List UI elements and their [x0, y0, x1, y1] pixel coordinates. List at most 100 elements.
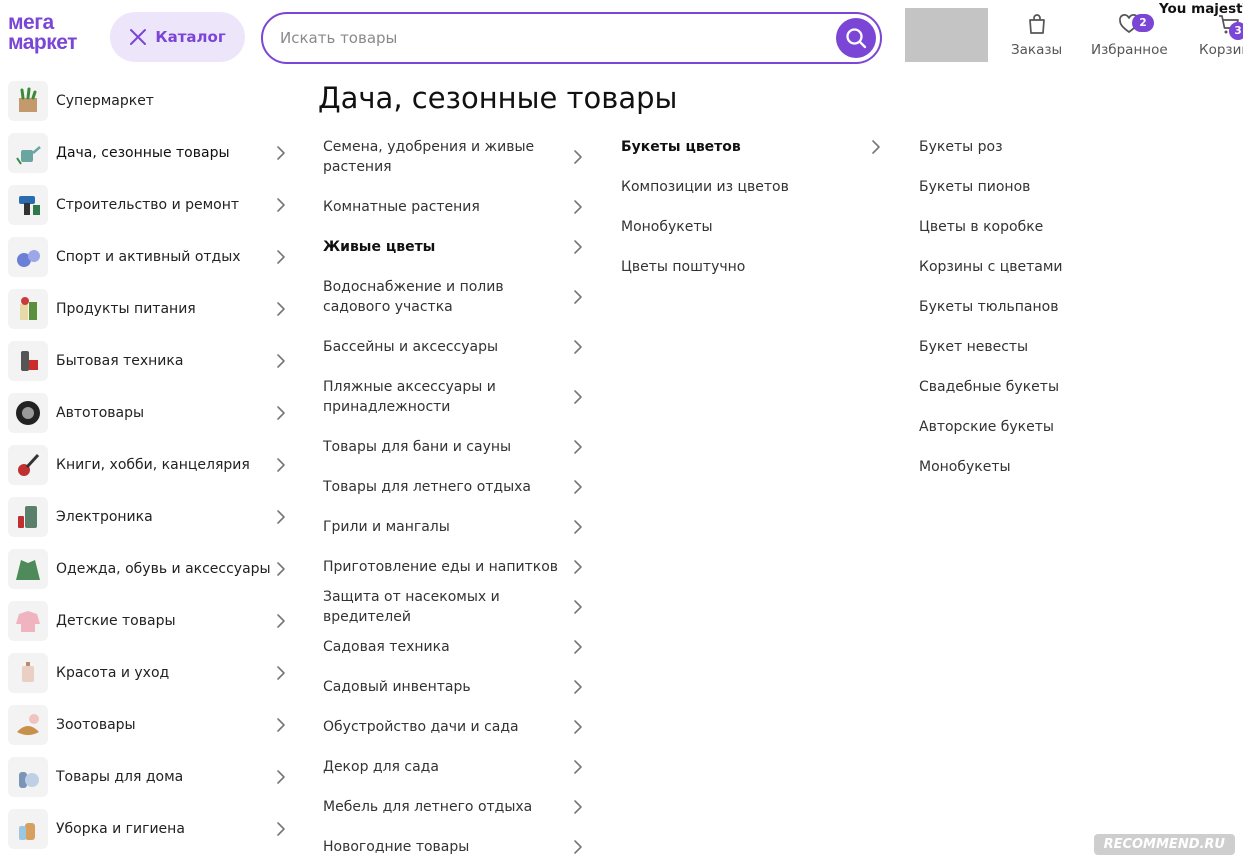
- chevron-right-icon: [277, 250, 285, 264]
- sidebar-item[interactable]: Спорт и активный отдых: [8, 231, 298, 283]
- subcategory-item-label: Садовая техника: [323, 639, 450, 655]
- sidebar-item-label: Электроника: [56, 509, 153, 525]
- kids-sweater-icon: [8, 601, 48, 641]
- subcategory-item[interactable]: Садовая техника: [323, 637, 582, 657]
- subcategory-item[interactable]: Новогодние товары: [323, 837, 582, 857]
- subcategory-item-label: Пляжные аксессуары и принадлежности: [323, 379, 496, 415]
- bouquet-item-label: Букеты пионов: [919, 179, 1031, 195]
- watering-can-icon: [8, 133, 48, 173]
- cart-label: Корзина: [1199, 42, 1243, 58]
- sidebar-item[interactable]: Книги, хобби, канцелярия: [8, 439, 298, 491]
- chevron-right-icon: [574, 560, 582, 574]
- chevron-right-icon: [574, 840, 582, 854]
- bouquet-item-label: Букеты тюльпанов: [919, 299, 1059, 315]
- megamarket-logo[interactable]: мега маркет: [8, 12, 100, 53]
- favorites-link[interactable]: Избранное 2: [1091, 12, 1168, 58]
- banner-placeholder: [905, 8, 988, 62]
- sidebar-item-label: Детские товары: [56, 613, 176, 629]
- bouquet-item[interactable]: Монобукеты: [919, 457, 1011, 477]
- bouquet-item-label: Монобукеты: [919, 459, 1011, 475]
- chevron-right-icon: [574, 800, 582, 814]
- search-bar: [261, 12, 882, 64]
- food-icon: [8, 289, 48, 329]
- close-icon: [130, 29, 147, 45]
- subcategory-item-label: Комнатные растения: [323, 199, 480, 215]
- page-title: Дача, сезонные товары: [318, 81, 678, 115]
- bouquet-item[interactable]: Свадебные букеты: [919, 377, 1059, 397]
- chevron-right-icon: [574, 680, 582, 694]
- sidebar-item[interactable]: Товары для дома: [8, 751, 298, 803]
- sidebar-item[interactable]: Зоотовары: [8, 699, 298, 751]
- sidebar-item[interactable]: Детские товары: [8, 595, 298, 647]
- subcategory-item-label: Мебель для летнего отдыха: [323, 799, 533, 815]
- chevron-right-icon: [277, 510, 285, 524]
- sidebar-item-label: Автотовары: [56, 405, 145, 421]
- subcategory-item[interactable]: Декор для сада: [323, 757, 582, 777]
- flowers-item[interactable]: Монобукеты: [621, 217, 713, 237]
- flowers-item-label: Цветы поштучно: [621, 259, 746, 275]
- sidebar-item[interactable]: Электроника: [8, 491, 298, 543]
- grocery-bag-icon: [8, 81, 48, 121]
- flowers-item[interactable]: Цветы поштучно: [621, 257, 745, 277]
- chevron-right-icon: [277, 822, 285, 836]
- sidebar-item[interactable]: Продукты питания: [8, 283, 298, 335]
- bouquet-item[interactable]: Цветы в коробке: [919, 217, 1043, 237]
- subcategory-item[interactable]: Грили и мангалы: [323, 517, 582, 537]
- subcategory-item[interactable]: Пляжные аксессуары и принадлежности: [323, 377, 582, 417]
- bouquet-item[interactable]: Букеты тюльпанов: [919, 297, 1058, 317]
- bouquet-item[interactable]: Авторские букеты: [919, 417, 1054, 437]
- chevron-right-icon: [277, 458, 285, 472]
- sidebar-item-label: Книги, хобби, канцелярия: [56, 457, 250, 473]
- bouquet-item[interactable]: Букеты роз: [919, 137, 1003, 157]
- subcategory-item[interactable]: Приготовление еды и напитков: [323, 557, 582, 577]
- subcategory-item-label: Садовый инвентарь: [323, 679, 471, 695]
- bouquet-item-label: Авторские букеты: [919, 419, 1054, 435]
- flowers-item[interactable]: Композиции из цветов: [621, 177, 789, 197]
- subcategory-item[interactable]: Мебель для летнего отдыха: [323, 797, 582, 817]
- subcategory-item[interactable]: Семена, удобрения и живые растения: [323, 137, 582, 177]
- sidebar-item[interactable]: Одежда, обувь и аксессуары: [8, 543, 298, 595]
- sidebar-item[interactable]: Автотовары: [8, 387, 298, 439]
- chevron-right-icon: [277, 146, 285, 160]
- subcategory-item[interactable]: Комнатные растения: [323, 197, 582, 217]
- chevron-right-icon: [574, 340, 582, 354]
- sidebar-item[interactable]: Супермаркет: [8, 75, 298, 127]
- bouquet-item[interactable]: Букет невесты: [919, 337, 1028, 357]
- sidebar-item-label: Уборка и гигиена: [56, 821, 185, 837]
- chevron-right-icon: [574, 760, 582, 774]
- subcategory-item[interactable]: Бассейны и аксессуары: [323, 337, 582, 357]
- bouquet-item[interactable]: Букеты пионов: [919, 177, 1030, 197]
- chevron-right-icon: [277, 614, 285, 628]
- subcategory-item-label: Приготовление еды и напитков: [323, 559, 559, 575]
- subcategory-item[interactable]: Товары для бани и сауны: [323, 437, 582, 457]
- subcategory-item[interactable]: Живые цветы: [323, 237, 582, 257]
- subcategory-item[interactable]: Водоснабжение и полив садового участка: [323, 277, 582, 317]
- sidebar-item[interactable]: Бытовая техника: [8, 335, 298, 387]
- sidebar-item[interactable]: Уборка и гигиена: [8, 803, 298, 855]
- user-name[interactable]: You majestY: [1159, 1, 1243, 17]
- bouquet-item-label: Цветы в коробке: [919, 219, 1044, 235]
- chevron-right-icon: [574, 440, 582, 454]
- favorites-count-badge: 2: [1132, 14, 1154, 32]
- chevron-right-icon: [277, 666, 285, 680]
- category-sidebar: Супермаркет Дача, сезонные товары Строител…: [8, 75, 298, 855]
- search-button[interactable]: [836, 18, 876, 58]
- subcategory-item[interactable]: Садовый инвентарь: [323, 677, 582, 697]
- search-input[interactable]: [280, 29, 820, 47]
- sidebar-item[interactable]: Дача, сезонные товары: [8, 127, 298, 179]
- orders-link[interactable]: Заказы: [1011, 12, 1062, 58]
- sidebar-item[interactable]: Строительство и ремонт: [8, 179, 298, 231]
- bouquet-item[interactable]: Корзины с цветами: [919, 257, 1063, 277]
- chevron-right-icon: [574, 600, 582, 614]
- chevron-right-icon: [574, 200, 582, 214]
- flowers-item[interactable]: Букеты цветов: [621, 137, 880, 157]
- cart-link[interactable]: Корзина 3: [1199, 12, 1243, 58]
- subcategory-item[interactable]: Товары для летнего отдыха: [323, 477, 582, 497]
- catalog-button[interactable]: Каталог: [110, 12, 245, 62]
- sidebar-item[interactable]: Красота и уход: [8, 647, 298, 699]
- subcategory-item[interactable]: Обустройство дачи и сада: [323, 717, 582, 737]
- chevron-right-icon: [574, 290, 582, 304]
- subcategory-item[interactable]: Защита от насекомых и вредителей: [323, 589, 582, 625]
- shopping-bag-icon: [1028, 14, 1045, 34]
- recommend-watermark: RECOMMEND.RU: [1093, 834, 1235, 855]
